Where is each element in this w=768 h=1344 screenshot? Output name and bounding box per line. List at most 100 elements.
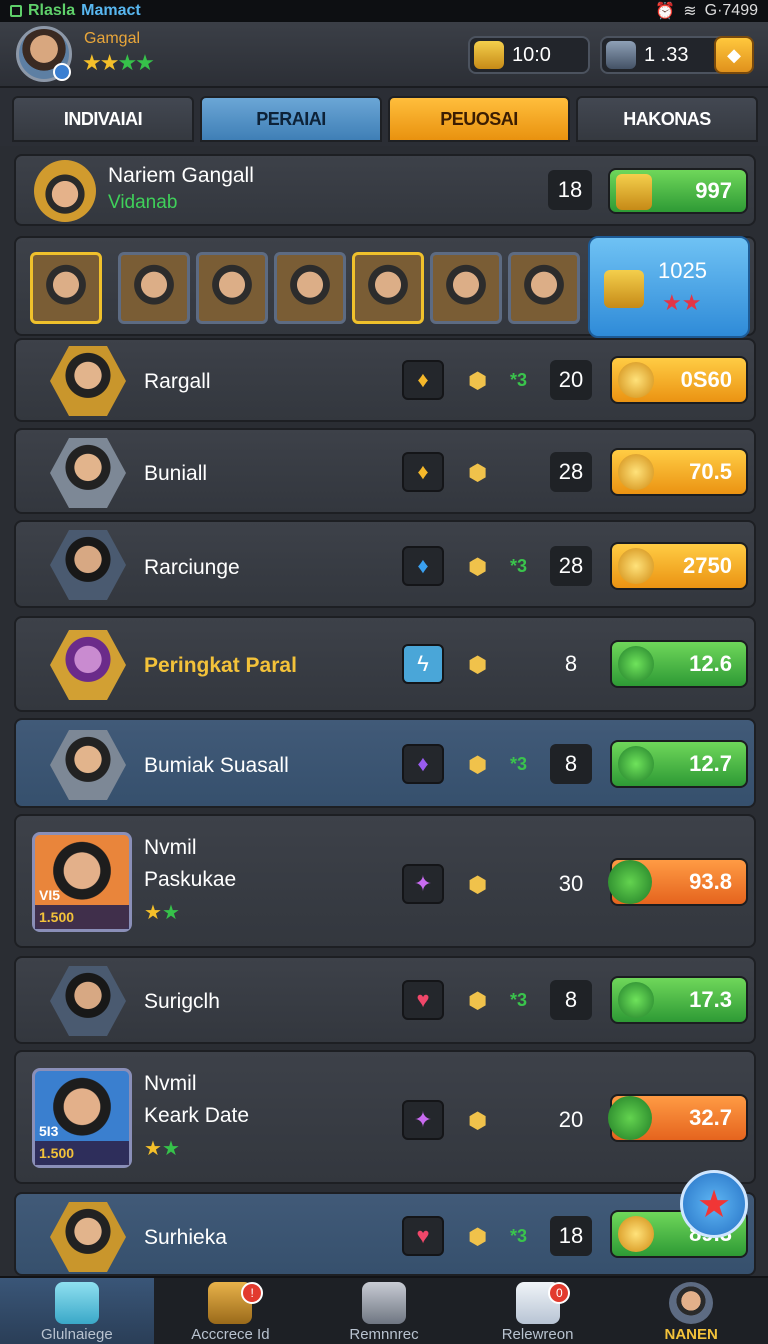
score-value: 12.7 [689, 751, 732, 776]
team-power-stars: ★★ [662, 290, 702, 315]
gem-icon: ✦ [402, 1100, 444, 1140]
hero-portrait [50, 530, 126, 600]
score-value: 93.8 [689, 869, 732, 894]
list-item[interactable]: 5I3 1.500 Nvmil Keark Date ★★ ✦ ⬢ 20 32.… [14, 1050, 756, 1184]
hero-amount: 1 .33 [644, 43, 689, 66]
team-power-bubble[interactable]: 1025 ★★ [588, 236, 750, 338]
level: 20 [558, 1107, 584, 1132]
star-icon [618, 454, 654, 490]
multiplier: *3 [510, 990, 528, 1010]
list-item[interactable]: VI5 1.500 Nvmil Paskukae ★★ ✦ ⬢ 30 93.8 [14, 814, 756, 948]
score-button[interactable]: 17.3 [610, 976, 748, 1024]
top-player-score[interactable]: 997 [608, 168, 748, 214]
score-button[interactable]: 0S60 [610, 356, 748, 404]
score-button[interactable]: 2750 [610, 542, 748, 590]
heart-icon [618, 982, 654, 1018]
tab-hakonas[interactable]: HAKONAS [576, 96, 758, 142]
nav-label: Acccrece Id [191, 1326, 270, 1343]
nav-box[interactable]: ! Acccrece Id [154, 1278, 308, 1344]
nav-label: NANEN [664, 1326, 718, 1343]
player-avatar[interactable] [16, 26, 72, 82]
score-button[interactable]: 12.6 [610, 640, 748, 688]
hero-name: Rarciunge [144, 556, 240, 579]
top-player-avatar [34, 160, 96, 222]
gold-icon [474, 41, 504, 69]
gold-nugget-icon: ⬢ [468, 460, 488, 485]
nav-home[interactable]: Glulnaiege [0, 1278, 154, 1344]
tab-peuosai[interactable]: PEUOSAI [388, 96, 570, 142]
hero-price: 1.500 [35, 905, 129, 929]
gold-nugget-icon: ⬢ [468, 752, 488, 777]
level: 20 [550, 360, 592, 400]
multiplier: *3 [510, 370, 528, 390]
list-item[interactable]: Surhieka ♥ ⬢ *3 18 89.3 [14, 1192, 756, 1276]
hero-name-2: Keark Date [144, 1104, 250, 1127]
team-hero-6[interactable] [430, 252, 502, 324]
list-item[interactable]: Buniall ♦ ⬢ 28 70.5 [14, 428, 756, 514]
nav-label: Remnnrec [349, 1326, 419, 1343]
nav-dice[interactable]: 0 Relewreon [461, 1278, 615, 1344]
hero-name-2: Paskukae [144, 868, 237, 891]
add-currency-button[interactable]: ◆ [714, 36, 754, 74]
score-button[interactable]: 70.5 [610, 448, 748, 496]
wifi-icon: ≋ [683, 3, 697, 20]
status-app: Rlasla Mamact [10, 2, 141, 20]
team-power-value: 1025 [658, 258, 707, 283]
header: Gamgal ★★★★ 10:0 1 .33 ◆ [0, 22, 768, 88]
score-button[interactable]: 93.8 [608, 858, 748, 906]
hero-name: Buniall [144, 462, 208, 485]
team-hero-3[interactable] [196, 252, 268, 324]
tools-icon [361, 1282, 406, 1324]
top-player-level: 18 [548, 170, 592, 210]
heart-icon [618, 646, 654, 682]
app-icon [10, 5, 22, 17]
nav-tools[interactable]: Remnnrec [307, 1278, 461, 1344]
team-hero-2[interactable] [118, 252, 190, 324]
gold-amount: 10:0 [512, 43, 551, 66]
tab-peraiai[interactable]: PERAIAI [200, 96, 382, 142]
tab-individual[interactable]: INDIVAIAI [12, 96, 194, 142]
heart-gem-icon: ♥ [402, 980, 444, 1020]
gold-nugget-icon: ⬢ [468, 1108, 488, 1133]
nav-label: Glulnaiege [40, 1326, 113, 1343]
list-item[interactable]: Bumiak Suasall ♦ ⬢ *3 8 12.7 [14, 718, 756, 808]
list-item[interactable]: Rargall ♦ ⬢ *3 20 0S60 [14, 338, 756, 422]
hero-name: Peringkat Paral [144, 654, 297, 677]
team-hero-7[interactable] [508, 252, 580, 324]
level: 28 [550, 452, 592, 492]
chest-icon [616, 174, 652, 210]
hero-tag: 5I3 [39, 1123, 59, 1139]
favorite-star-button[interactable]: ★ [680, 1170, 748, 1238]
level: 18 [550, 1216, 592, 1256]
top-player-subtitle: Vidanab [108, 192, 178, 213]
nav-profile[interactable]: NANEN [614, 1278, 768, 1344]
gold-currency[interactable]: 10:0 [468, 36, 590, 74]
hero-currency[interactable]: 1 .33 ◆ [600, 36, 754, 74]
score-button[interactable]: 12.7 [610, 740, 748, 788]
team-hero-5[interactable] [352, 252, 424, 324]
score-value: 0S60 [680, 367, 732, 392]
hero-card: VI5 1.500 [32, 832, 132, 932]
list-item[interactable]: Peringkat Paral ϟ ⬢ 8 12.6 [14, 616, 756, 712]
notification-badge: 0 [548, 1282, 571, 1304]
team-hero-1[interactable] [30, 252, 102, 324]
gold-nugget-icon: ⬢ [468, 652, 488, 677]
hero-tag: VI5 [39, 887, 61, 903]
list-item[interactable]: Rarciunge ♦ ⬢ *3 28 2750 [14, 520, 756, 608]
team-hero-4[interactable] [274, 252, 346, 324]
heart-icon [608, 1096, 652, 1140]
signal-text: G·7499 [704, 2, 758, 19]
heart-icon [618, 746, 654, 782]
score-button[interactable]: 32.7 [608, 1094, 748, 1142]
rank-stars: ★★★★ [82, 50, 155, 75]
shield-icon [618, 362, 654, 398]
hero-name: Nvmil [144, 836, 197, 859]
top-player-row[interactable]: Nariem Gangall Vidanab 18 997 [14, 154, 756, 226]
top-player-name: Nariem Gangall [108, 164, 254, 187]
score-value: 70.5 [689, 459, 732, 484]
gem-icon: ✦ [402, 864, 444, 904]
list-item[interactable]: Surigclh ♥ ⬢ *3 8 17.3 [14, 956, 756, 1044]
hero-name: Nvmil [144, 1072, 197, 1095]
level: 30 [558, 871, 584, 896]
hero-stars: ★★ [144, 902, 180, 924]
